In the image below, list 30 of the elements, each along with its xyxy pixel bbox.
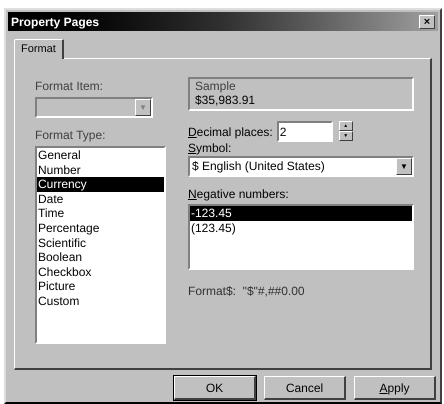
sample-value: $35,983.91 [195, 93, 256, 107]
tab[interactable]: Format [14, 39, 64, 59]
close-button[interactable]: × [419, 14, 435, 28]
field-label: Format Item: [35, 78, 104, 95]
dialog-button[interactable]: Apply [354, 376, 436, 400]
list-item[interactable]: Percentage [37, 220, 164, 236]
dialog-button[interactable]: OK [174, 376, 256, 400]
list-item[interactable]: Custom [37, 294, 164, 309]
field-label: Negative numbers: [188, 187, 289, 201]
list-item[interactable]: (123.45) [190, 221, 412, 236]
list-item[interactable]: Number [37, 162, 164, 178]
sample-label: Sample [195, 79, 237, 93]
field-label: Symbol: [188, 141, 232, 155]
list-item[interactable]: Date [37, 192, 164, 206]
combo-value: $ English (United States) [191, 158, 326, 175]
list-item[interactable]: Picture [37, 279, 164, 294]
field-label: Decimal places: [188, 124, 273, 140]
window-title: Property Pages [11, 14, 100, 30]
list-item[interactable]: General [37, 148, 164, 163]
list-item[interactable]: Checkbox [37, 264, 164, 280]
format-string: Format$: "$"#,##0.00 [188, 283, 306, 300]
field-label: Format Type: [35, 127, 106, 144]
decimal-places-field[interactable]: 2 [276, 121, 333, 142]
list-item[interactable]: Time [37, 206, 164, 221]
list-item[interactable]: Scientific [37, 236, 164, 250]
dialog-button[interactable]: Cancel [264, 376, 346, 400]
list-item[interactable]: Boolean [37, 250, 164, 265]
list-item[interactable]: Currency [37, 177, 164, 192]
symbol-combo[interactable]: $ English (United States) ▼ [188, 156, 414, 177]
list-item[interactable]: -123.45 [190, 206, 412, 221]
